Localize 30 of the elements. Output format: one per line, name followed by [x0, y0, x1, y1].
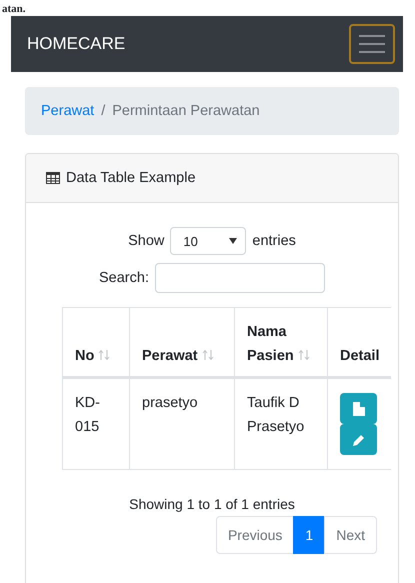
entries-label: entries	[252, 233, 296, 249]
table-icon	[46, 172, 60, 184]
brand[interactable]: HOMECARE	[27, 34, 126, 54]
table-cell: prasetyo	[130, 378, 234, 470]
heading-fragment: atan.	[1, 3, 26, 15]
detail-button[interactable]	[340, 393, 377, 424]
breadcrumb-separator: /	[101, 103, 106, 119]
search-label: Search:	[99, 270, 149, 286]
breadcrumb-current: Permintaan Perawatan	[112, 103, 260, 119]
column-header[interactable]: Detail	[328, 308, 391, 378]
column-header[interactable]: Perawat	[130, 308, 234, 378]
menu-icon	[357, 32, 387, 56]
entries-select[interactable]: 10	[170, 227, 246, 255]
column-header[interactable]: No	[62, 308, 130, 378]
sort-icon	[98, 349, 110, 361]
file-icon	[352, 402, 364, 416]
search-field[interactable]	[154, 263, 325, 293]
pencil-icon	[352, 434, 364, 446]
table-info: Showing 1 to 1 of 1 entries	[128, 496, 296, 512]
dropdown-icon	[229, 238, 238, 244]
table-cell: KD-015	[62, 378, 130, 470]
edit-button[interactable]	[340, 424, 377, 455]
menu-button[interactable]	[349, 24, 395, 64]
sort-icon	[202, 349, 214, 361]
table-cell: Taufik D Prasetyo	[234, 378, 328, 470]
column-header[interactable]: Nama Pasien	[234, 308, 328, 378]
sort-icon	[298, 349, 310, 361]
pagination-button[interactable]: 1	[293, 516, 326, 554]
show-label: Show	[128, 233, 164, 249]
card-title: Data Table Example	[66, 170, 196, 186]
